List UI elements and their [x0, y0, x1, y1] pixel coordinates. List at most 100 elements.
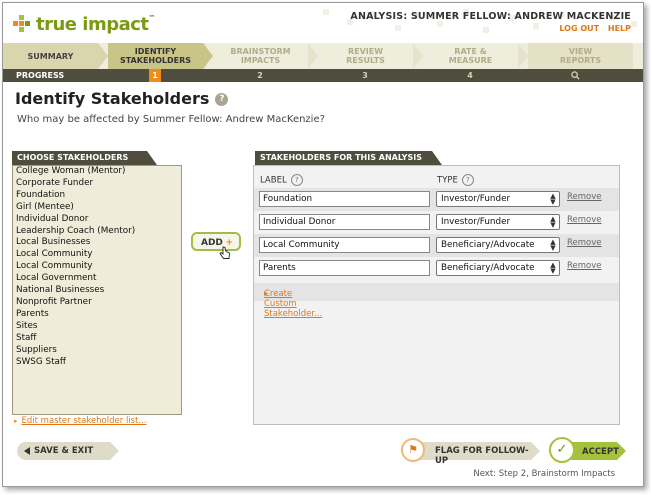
progress-step-2: 2	[257, 71, 263, 80]
header-links: LOG OUT HELP	[553, 24, 631, 33]
logout-link[interactable]: LOG OUT	[559, 24, 599, 33]
create-custom-row: ▸ Create Custom Stakeholder...	[254, 283, 619, 319]
progress-bar: PROGRESS 1 2 3 4	[3, 69, 643, 82]
type-select-value: Beneficiary/Advocate	[441, 263, 535, 273]
progress-label: PROGRESS	[16, 71, 65, 80]
true-impact-logo[interactable]: true impact™	[13, 11, 155, 37]
header: true impact™ ANALYSIS: SUMMER FELLOW: AN…	[3, 3, 643, 43]
type-help-icon[interactable]: ?	[461, 174, 474, 186]
stakeholder-list-item[interactable]: Local Community	[13, 261, 181, 273]
stakeholder-list-item[interactable]: SWSG Staff	[13, 357, 181, 369]
help-link[interactable]: HELP	[608, 24, 631, 33]
label-help-icon[interactable]: ?	[290, 174, 303, 186]
stakeholder-list-item[interactable]: Sites	[13, 321, 181, 333]
tab-view-reports[interactable]: VIEW REPORTS	[528, 43, 633, 69]
type-select-value: Beneficiary/Advocate	[441, 240, 535, 250]
edit-master-list-link[interactable]: ▸ Edit master stakeholder list...	[14, 416, 147, 426]
magnifier-icon	[569, 69, 581, 82]
page-title: Identify Stakeholders?	[15, 89, 229, 108]
type-select-value: Investor/Funder	[441, 217, 511, 227]
type-select[interactable]: Beneficiary/Advocate ▲ ▼	[436, 260, 560, 276]
create-custom-label: Create Custom Stakeholder...	[264, 289, 323, 319]
stakeholder-list[interactable]: College Woman (Mentor) Corporate Funder Fo…	[12, 165, 182, 415]
type-column-header: TYPE?	[437, 174, 474, 186]
help-icon[interactable]: ?	[215, 93, 229, 106]
stakeholder-list-item[interactable]: Local Businesses	[13, 237, 181, 249]
label-column-header: LABEL?	[260, 174, 303, 186]
tab-divider	[413, 43, 423, 69]
flag-follow-up-button[interactable]: ⚑ FLAG FOR FOLLOW-UP	[401, 438, 541, 466]
tab-identify-stakeholders[interactable]: IDENTIFY STAKEHOLDERS	[108, 43, 203, 69]
stakeholder-row: Individual Donor Investor/Funder ▲ ▼ Remov…	[254, 211, 619, 234]
flag-icon: ⚑	[401, 438, 425, 462]
label-input[interactable]: Parents	[259, 260, 430, 276]
stakeholder-list-item[interactable]: Individual Donor	[13, 214, 181, 226]
stakeholder-list-item[interactable]: Staff	[13, 333, 181, 345]
tab-brainstorm-impacts[interactable]: BRAINSTORM IMPACTS	[213, 43, 308, 69]
remove-link[interactable]: Remove	[567, 238, 602, 248]
tab-review-results[interactable]: REVIEW RESULTS	[318, 43, 413, 69]
label-input[interactable]: Foundation	[259, 191, 430, 207]
tab-brainstorm-label: BRAINSTORM IMPACTS	[230, 47, 291, 65]
label-input[interactable]: Local Community	[259, 237, 430, 253]
type-column-text: TYPE	[437, 175, 458, 186]
analysis-stakeholders-header: STAKEHOLDERS FOR THIS ANALYSIS	[255, 151, 442, 165]
logo-mark-icon	[13, 14, 33, 34]
stakeholder-list-item[interactable]: Local Community	[13, 249, 181, 261]
stakeholder-list-item[interactable]: Nonprofit Partner	[13, 297, 181, 309]
label-input[interactable]: Individual Donor	[259, 214, 430, 230]
app-window: true impact™ ANALYSIS: SUMMER FELLOW: AN…	[2, 2, 644, 487]
remove-link[interactable]: Remove	[567, 192, 602, 202]
stakeholder-list-item[interactable]: National Businesses	[13, 285, 181, 297]
progress-step-4: 4	[467, 71, 473, 80]
stakeholder-list-item[interactable]: Local Government	[13, 273, 181, 285]
tab-divider	[98, 43, 108, 69]
tab-summary-label: SUMMARY	[27, 51, 74, 61]
flag-label: FLAG FOR FOLLOW-UP	[435, 446, 529, 466]
back-arrow-icon	[24, 447, 30, 455]
checkmark-icon: ✓	[549, 437, 575, 463]
stakeholder-list-item[interactable]: Corporate Funder	[13, 178, 181, 190]
next-step-text: Next: Step 2, Brainstorm Impacts	[473, 469, 615, 479]
save-exit-button[interactable]: SAVE & EXIT	[17, 442, 119, 460]
type-select[interactable]: Beneficiary/Advocate ▲ ▼	[436, 237, 560, 253]
remove-link[interactable]: Remove	[567, 215, 602, 225]
edit-master-list-label: Edit master stakeholder list...	[21, 416, 147, 426]
page-title-text: Identify Stakeholders	[15, 89, 210, 108]
stakeholder-list-item[interactable]: Parents	[13, 309, 181, 321]
tab-divider	[203, 43, 213, 69]
tab-identify-label: IDENTIFY STAKEHOLDERS	[119, 47, 192, 65]
select-arrows-icon: ▲ ▼	[550, 192, 556, 206]
tab-summary[interactable]: SUMMARY	[3, 43, 98, 69]
remove-link[interactable]: Remove	[567, 261, 602, 271]
select-arrows-icon: ▲ ▼	[550, 238, 556, 252]
tab-rate-measure[interactable]: RATE & MEASURE	[423, 43, 518, 69]
stakeholder-row: Local Community Beneficiary/Advocate ▲ ▼ R…	[254, 234, 619, 257]
stakeholder-list-item[interactable]: Foundation	[13, 190, 181, 202]
stakeholder-list-item[interactable]: Leadership Coach (Mentor)	[13, 226, 181, 238]
tab-reports-label: VIEW REPORTS	[559, 47, 602, 65]
stakeholder-list-item[interactable]: Suppliers	[13, 345, 181, 357]
stakeholder-row: Parents Beneficiary/Advocate ▲ ▼ Remove	[254, 257, 619, 280]
tab-rate-label: RATE & MEASURE	[448, 47, 493, 65]
accept-button[interactable]: ✓ ACCEPT	[549, 436, 629, 464]
tab-divider	[518, 43, 528, 69]
select-arrows-icon: ▲ ▼	[550, 261, 556, 275]
save-exit-label: SAVE & EXIT	[34, 446, 94, 456]
step-tabs: SUMMARY IDENTIFY STAKEHOLDERS BRAINSTORM…	[3, 43, 643, 69]
select-arrows-icon: ▲ ▼	[550, 215, 556, 229]
tab-divider	[308, 43, 318, 69]
hand-cursor-icon	[219, 246, 231, 263]
tab-review-label: REVIEW RESULTS	[346, 47, 385, 65]
choose-stakeholders-header: CHOOSE STAKEHOLDERS	[12, 151, 157, 165]
logo-text: true impact™	[36, 13, 156, 35]
stakeholder-row: Foundation Investor/Funder ▲ ▼ Remove	[254, 188, 619, 211]
type-select[interactable]: Investor/Funder ▲ ▼	[436, 214, 560, 230]
analysis-stakeholders-panel: LABEL? TYPE? Foundation Investor/Funder ▲…	[253, 165, 620, 425]
stakeholder-list-item[interactable]: Girl (Mentee)	[13, 202, 181, 214]
stakeholder-list-item[interactable]: College Woman (Mentor)	[13, 166, 181, 178]
add-button[interactable]: ADD +	[191, 232, 241, 251]
label-column-text: LABEL	[260, 175, 287, 186]
type-select[interactable]: Investor/Funder ▲ ▼	[436, 191, 560, 207]
type-select-value: Investor/Funder	[441, 194, 511, 204]
